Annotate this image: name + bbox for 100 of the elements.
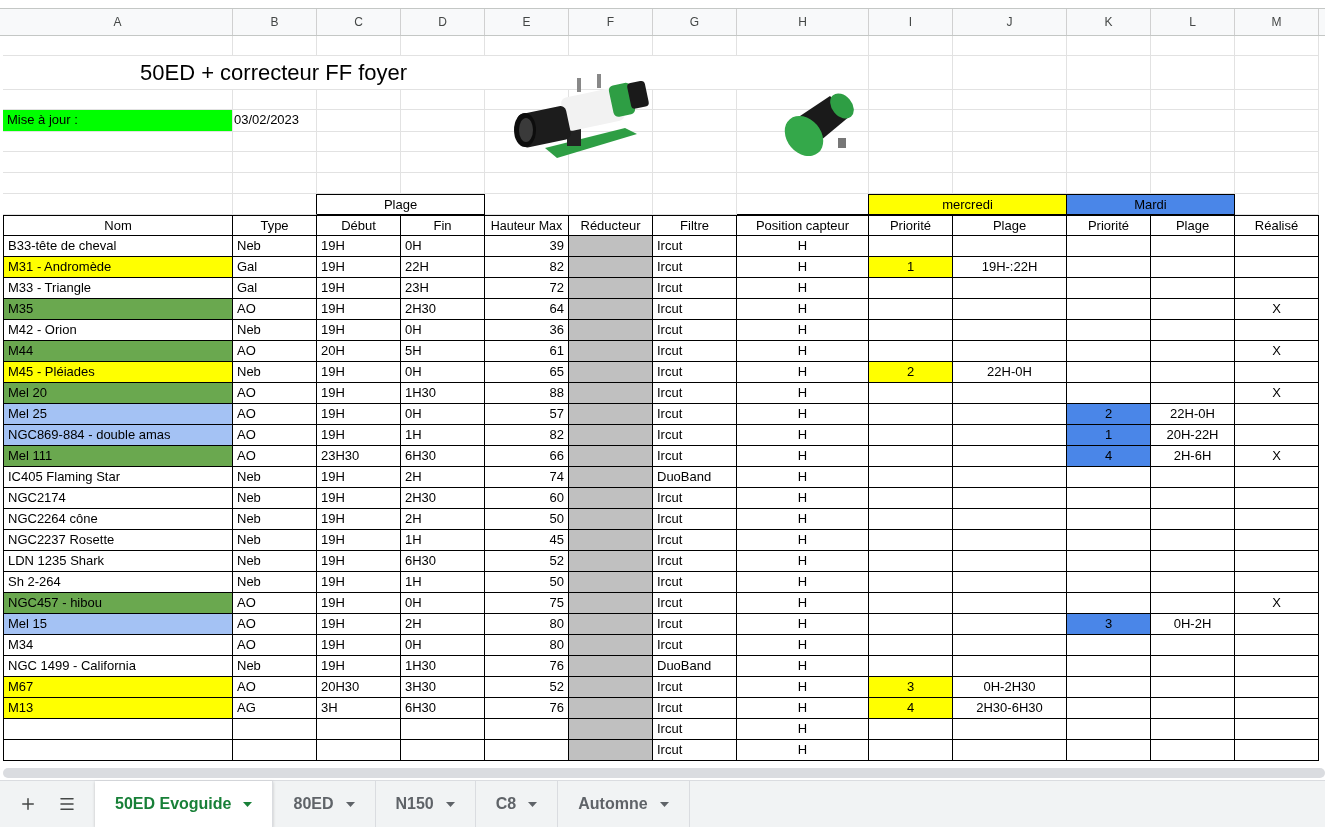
table-cell: 19H: [317, 530, 401, 551]
column-group-header: Plage: [317, 194, 485, 215]
table-cell: H: [737, 551, 869, 572]
column-header[interactable]: G: [653, 9, 737, 35]
table-cell: M34: [3, 635, 233, 656]
column-header-cell: Réalisé: [1235, 215, 1319, 236]
horizontal-scrollbar[interactable]: [3, 768, 1325, 778]
table-cell: NGC2264 cône: [3, 509, 233, 530]
table-cell: H: [737, 509, 869, 530]
table-cell: Neb: [233, 509, 317, 530]
sheet-tab[interactable]: 50ED Evoguide: [95, 781, 274, 827]
column-header[interactable]: F: [569, 9, 653, 35]
column-header[interactable]: C: [317, 9, 401, 35]
table-cell: Neb: [233, 320, 317, 341]
table-cell: H: [737, 488, 869, 509]
table-cell: 23H30: [317, 446, 401, 467]
table-cell: DuoBand: [653, 656, 737, 677]
table-cell: 1H: [401, 572, 485, 593]
table-cell: Neb: [233, 362, 317, 383]
table-cell: M45 - Pléiades: [3, 362, 233, 383]
table-cell: 3: [1067, 614, 1151, 635]
table-cell: H: [737, 383, 869, 404]
column-header-cell: Priorité: [869, 215, 953, 236]
menu-icon[interactable]: [58, 795, 77, 813]
column-header-cell: Hauteur Max: [485, 215, 569, 236]
table-cell: Neb: [233, 530, 317, 551]
table-cell: 1H30: [401, 383, 485, 404]
table-cell: 1H30: [401, 656, 485, 677]
column-header[interactable]: J: [953, 9, 1067, 35]
column-header[interactable]: B: [233, 9, 317, 35]
sheet-tab[interactable]: C8: [475, 781, 559, 827]
table-cell: X: [1235, 383, 1319, 404]
column-header-cell: Début: [317, 215, 401, 236]
table-cell: 3H: [317, 698, 401, 719]
table-cell: 0H: [401, 635, 485, 656]
column-header[interactable]: I: [869, 9, 953, 35]
table-cell: 5H: [401, 341, 485, 362]
table-cell: Gal: [233, 257, 317, 278]
column-header-cell: Type: [233, 215, 317, 236]
table-cell: 6H30: [401, 446, 485, 467]
column-header[interactable]: K: [1067, 9, 1151, 35]
table-cell: 0H: [401, 362, 485, 383]
table-cell: H: [737, 404, 869, 425]
column-header[interactable]: L: [1151, 9, 1235, 35]
table-cell: Neb: [233, 236, 317, 257]
column-header[interactable]: D: [401, 9, 485, 35]
table-cell: Ircut: [653, 677, 737, 698]
table-cell: 19H: [317, 404, 401, 425]
sheet-tab[interactable]: N150: [375, 781, 476, 827]
table-cell: Neb: [233, 572, 317, 593]
table-cell: 2H-6H: [1151, 446, 1235, 467]
table-cell: Ircut: [653, 593, 737, 614]
table-cell: Ircut: [653, 488, 737, 509]
table-cell: 19H: [317, 383, 401, 404]
table-cell: H: [737, 320, 869, 341]
column-header-cell: Plage: [953, 215, 1067, 236]
table-cell: 0H: [401, 593, 485, 614]
table-cell: AO: [233, 635, 317, 656]
table-cell: 19H: [317, 320, 401, 341]
table-cell: Ircut: [653, 635, 737, 656]
table-cell: 6H30: [401, 698, 485, 719]
table-cell: Neb: [233, 656, 317, 677]
column-header[interactable]: A: [3, 9, 233, 35]
column-header-cell: Fin: [401, 215, 485, 236]
table-cell: H: [737, 278, 869, 299]
table-cell: 2: [869, 362, 953, 383]
table-cell: 2H: [401, 614, 485, 635]
table-cell: LDN 1235 Shark: [3, 551, 233, 572]
column-header[interactable]: H: [737, 9, 869, 35]
table-cell: 3H30: [401, 677, 485, 698]
table-cell: 19H-:22H: [953, 257, 1067, 278]
table-cell: AO: [233, 383, 317, 404]
table-cell: NGC2237 Rosette: [3, 530, 233, 551]
table-cell: Mise à jour :: [3, 110, 233, 132]
table-cell: 22H-0H: [1151, 404, 1235, 425]
table-cell: Ircut: [653, 236, 737, 257]
table-cell: X: [1235, 446, 1319, 467]
column-header[interactable]: M: [1235, 9, 1319, 35]
sheet-tab[interactable]: Automne: [558, 781, 690, 827]
table-cell: 1H: [401, 530, 485, 551]
table-cell: 20H30: [317, 677, 401, 698]
table-cell: M13: [3, 698, 233, 719]
column-header[interactable]: E: [485, 9, 569, 35]
table-cell: 4: [869, 698, 953, 719]
sheet-tab[interactable]: 80ED: [273, 781, 376, 827]
table-cell: Ircut: [653, 614, 737, 635]
table-cell: 19H: [317, 467, 401, 488]
table-cell: AO: [233, 341, 317, 362]
table-cell: 4: [1067, 446, 1151, 467]
table-cell: M31 - Andromède: [3, 257, 233, 278]
table-cell: Ircut: [653, 404, 737, 425]
table-cell: H: [737, 299, 869, 320]
table-cell: NGC457 - hibou: [3, 593, 233, 614]
table-cell: 20H: [317, 341, 401, 362]
table-cell: H: [737, 656, 869, 677]
table-cell: 19H: [317, 236, 401, 257]
table-cell: 22H-0H: [953, 362, 1067, 383]
table-cell: 2H: [401, 467, 485, 488]
table-cell: Ircut: [653, 320, 737, 341]
table-cell: 19H: [317, 593, 401, 614]
